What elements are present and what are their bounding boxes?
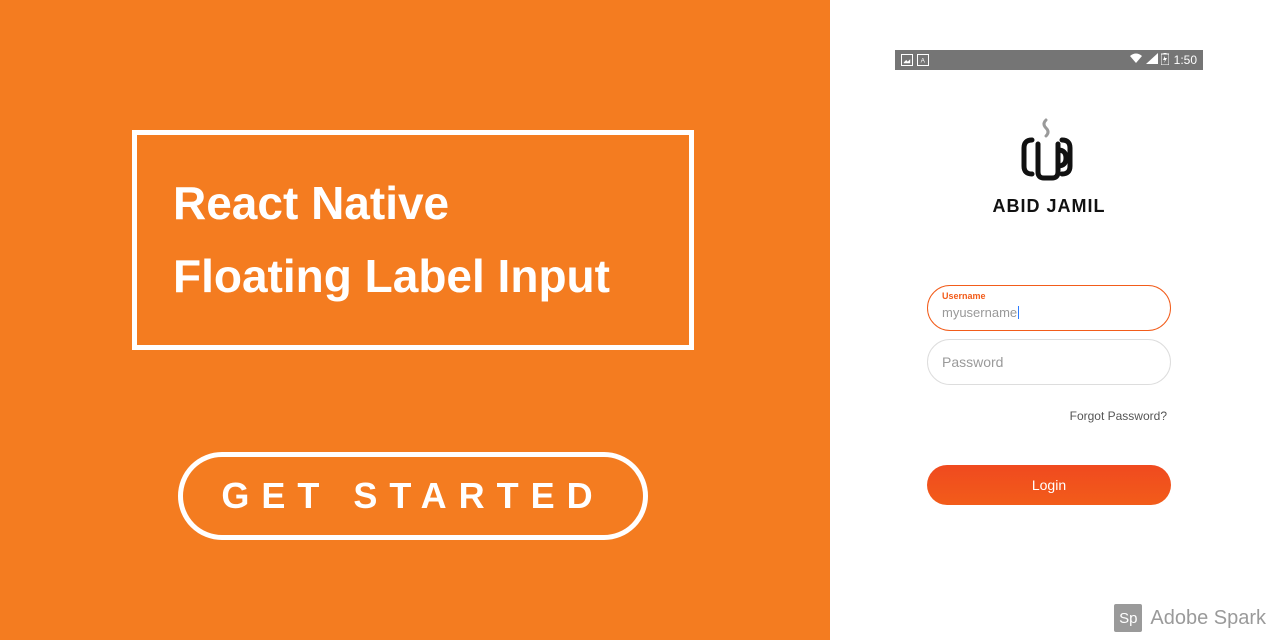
username-text: myusername <box>942 305 1017 320</box>
watermark-brand: Adobe Spark <box>1150 607 1266 630</box>
status-time: 1:50 <box>1174 53 1197 67</box>
title-box: React Native Floating Label Input <box>132 130 694 350</box>
login-button-label: Login <box>1032 477 1066 493</box>
login-button[interactable]: Login <box>927 465 1171 505</box>
title-line-2: Floating Label Input <box>173 249 653 304</box>
get-started-button[interactable]: GET STARTED <box>178 452 648 540</box>
login-form: Username myusername Password Forgot Pass… <box>895 237 1203 505</box>
title-line-1: React Native <box>173 176 653 231</box>
wifi-icon <box>1129 53 1143 67</box>
watermark: Sp Adobe Spark <box>1114 604 1266 632</box>
status-bar: A 1:50 <box>895 50 1203 70</box>
preview-panel: A 1:50 <box>830 0 1280 640</box>
status-right: 1:50 <box>1129 53 1197 68</box>
battery-icon <box>1161 53 1169 68</box>
logo-area: ABID JAMIL <box>895 70 1203 237</box>
password-field[interactable]: Password <box>927 339 1171 385</box>
app-icon: A <box>917 54 929 66</box>
forgot-password-link[interactable]: Forgot Password? <box>927 393 1171 423</box>
brand-logo-icon <box>1018 116 1080 186</box>
username-floating-label: Username <box>942 291 986 301</box>
brand-name: ABID JAMIL <box>993 196 1106 217</box>
image-icon <box>901 54 913 66</box>
svg-text:A: A <box>921 57 926 64</box>
phone-body: ABID JAMIL Username myusername Password … <box>895 70 1203 505</box>
username-value: myusername <box>942 305 1156 320</box>
text-cursor-icon <box>1018 306 1019 319</box>
phone-frame: A 1:50 <box>895 50 1203 505</box>
status-left: A <box>901 54 929 66</box>
spark-logo-icon: Sp <box>1114 604 1142 632</box>
password-placeholder: Password <box>942 354 1156 370</box>
get-started-label: GET STARTED <box>221 475 604 517</box>
username-field[interactable]: Username myusername <box>927 285 1171 331</box>
signal-icon <box>1146 53 1158 67</box>
hero-panel: React Native Floating Label Input GET ST… <box>0 0 830 640</box>
